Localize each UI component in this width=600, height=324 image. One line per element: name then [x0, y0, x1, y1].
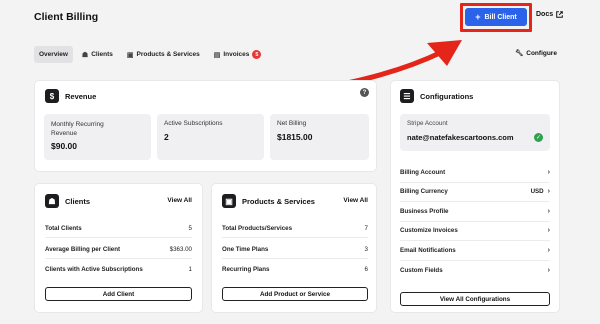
stripe-account-box: Stripe Account nate@natefakescartoons.co…	[400, 114, 550, 151]
tab-clients[interactable]: ☗ Clients	[77, 46, 118, 63]
clients-title: Clients	[65, 196, 91, 206]
stat-mrr-label: Monthly Recurring Revenue	[51, 121, 104, 137]
row-value: 5	[188, 225, 192, 232]
box-icon: ▣	[222, 194, 236, 208]
config-item-email-notifications[interactable]: Email Notifications ›	[400, 241, 550, 261]
view-all-configurations-button[interactable]: View All Configurations	[400, 292, 550, 306]
products-card: ▣ Products & Services View All Total Pro…	[211, 183, 377, 313]
table-row: Recurring Plans 6	[222, 266, 368, 278]
invoices-count-badge: 5	[252, 50, 262, 59]
chevron-right-icon: ›	[547, 246, 550, 254]
row-value: 3	[364, 246, 368, 253]
stat-net-label: Net Billing	[277, 120, 307, 127]
sliders-icon: ☰	[400, 89, 414, 103]
tab-invoices-label: Invoices	[223, 51, 250, 58]
table-row: Average Billing per Client $363.00	[45, 246, 192, 259]
stripe-email: nate@natefakescartoons.com	[407, 133, 514, 142]
config-label: Billing Currency	[400, 188, 448, 196]
configure-button[interactable]: 🔧︎ Configure	[515, 49, 557, 58]
check-circle-icon: ✓	[534, 133, 543, 142]
revenue-card: $ Revenue ? Monthly Recurring Revenue $9…	[34, 80, 377, 172]
config-label: Customize Invoices	[400, 227, 458, 235]
row-value: 6	[364, 266, 368, 273]
table-row: Total Clients 5	[45, 225, 192, 238]
tab-invoices[interactable]: ▤ Invoices 5	[209, 46, 267, 63]
stat-mrr: Monthly Recurring Revenue $90.00	[44, 114, 151, 160]
config-label: Business Profile	[400, 207, 449, 215]
products-view-all-link[interactable]: View All	[343, 197, 368, 204]
dollar-icon: $	[45, 89, 59, 103]
revenue-header: $ Revenue	[45, 89, 96, 103]
invoice-icon: ▤	[213, 51, 221, 59]
revenue-title: Revenue	[65, 91, 97, 101]
currency-value: USD	[530, 188, 544, 196]
config-label: Email Notifications	[400, 246, 456, 254]
tab-clients-label: Clients	[91, 51, 113, 58]
stat-net-value: $1815.00	[277, 132, 313, 142]
clients-card: ☗ Clients View All Total Clients 5 Averag…	[34, 183, 203, 313]
tab-overview[interactable]: Overview	[34, 46, 73, 63]
config-item-billing-currency[interactable]: Billing Currency USD ›	[400, 183, 550, 202]
chevron-right-icon: ›	[547, 207, 550, 215]
configure-label: Configure	[526, 49, 557, 57]
config-item-custom-fields[interactable]: Custom Fields ›	[400, 261, 550, 281]
products-title: Products & Services	[242, 196, 315, 206]
clients-header: ☗ Clients	[45, 194, 90, 208]
row-value: 1	[188, 266, 192, 273]
configurations-list: Billing Account › Billing Currency USD › Bu…	[400, 163, 550, 280]
wrench-icon: 🔧︎	[515, 50, 524, 57]
table-row: One Time Plans 3	[222, 246, 368, 259]
row-value: $363.00	[169, 246, 192, 253]
chevron-right-icon: ›	[547, 168, 550, 176]
table-row: Total Products/Services 7	[222, 225, 368, 238]
configurations-card: ☰ Configurations Stripe Account nate@nat…	[390, 80, 560, 313]
row-label: Total Clients	[45, 225, 82, 232]
add-client-button[interactable]: Add Client	[45, 287, 192, 301]
row-label: One Time Plans	[222, 246, 269, 253]
tab-products[interactable]: ▣ Products & Services	[122, 46, 205, 63]
table-row: Clients with Active Subscriptions 1	[45, 266, 192, 278]
chevron-right-icon: ›	[547, 227, 550, 235]
config-item-business-profile[interactable]: Business Profile ›	[400, 202, 550, 222]
help-icon[interactable]: ?	[360, 88, 369, 97]
stripe-label: Stripe Account	[407, 120, 448, 127]
stat-subs-label: Active Subscriptions	[164, 120, 223, 127]
config-item-customize-invoices[interactable]: Customize Invoices ›	[400, 222, 550, 241]
row-label: Clients with Active Subscriptions	[45, 266, 143, 273]
add-product-button[interactable]: Add Product or Service	[222, 287, 368, 301]
stat-net-billing: Net Billing $1815.00	[270, 114, 369, 160]
chevron-right-icon: ›	[547, 188, 550, 196]
config-item-billing-account[interactable]: Billing Account ›	[400, 163, 550, 183]
clients-view-all-link[interactable]: View All	[167, 197, 192, 204]
stat-mrr-value: $90.00	[51, 141, 77, 151]
clients-icon: ☗	[45, 194, 59, 208]
config-label: Custom Fields	[400, 266, 443, 274]
row-label: Total Products/Services	[222, 225, 293, 232]
stat-active-subscriptions: Active Subscriptions 2	[157, 114, 264, 160]
chevron-right-icon: ›	[547, 266, 550, 274]
users-icon: ☗	[81, 51, 89, 59]
row-label: Recurring Plans	[222, 266, 270, 273]
products-header: ▣ Products & Services	[222, 194, 315, 208]
tab-overview-label: Overview	[39, 51, 68, 58]
config-label: Billing Account	[400, 168, 446, 176]
tab-bar: Overview ☗ Clients ▣ Products & Services ▤…	[34, 46, 266, 63]
tab-products-label: Products & Services	[136, 51, 200, 58]
row-label: Average Billing per Client	[45, 246, 121, 253]
configurations-title: Configurations	[420, 91, 474, 101]
box-icon: ▣	[126, 51, 134, 59]
row-value: 7	[364, 225, 368, 232]
stat-subs-value: 2	[164, 132, 169, 142]
configurations-header: ☰ Configurations	[400, 89, 473, 103]
